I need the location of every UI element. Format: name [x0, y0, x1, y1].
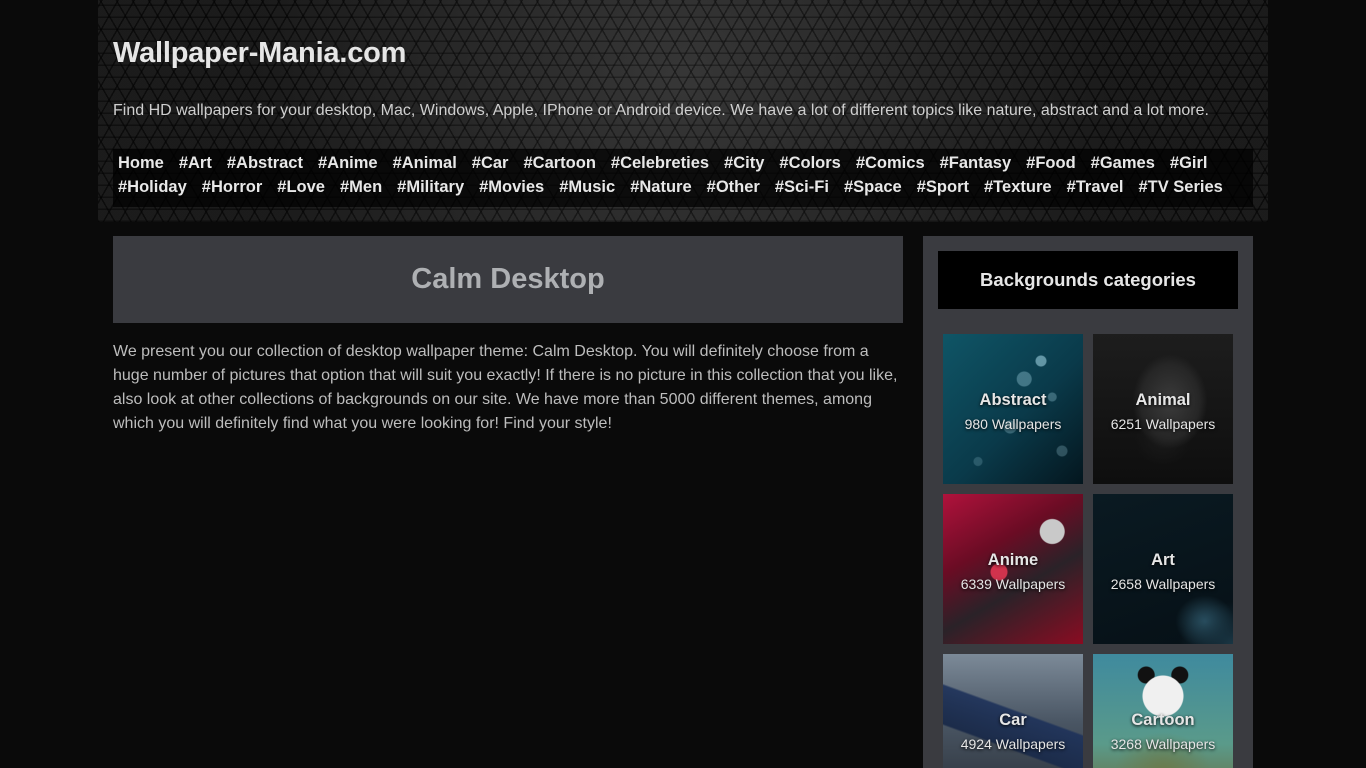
category-count: 6339 Wallpapers	[960, 575, 1066, 592]
nav-texture[interactable]: #Texture	[984, 177, 1052, 198]
category-count: 3268 Wallpapers	[1110, 735, 1216, 752]
nav-other[interactable]: #Other	[707, 177, 760, 198]
nav-games[interactable]: #Games	[1091, 153, 1155, 174]
category-card-animal[interactable]: Animal 6251 Wallpapers	[1093, 334, 1233, 484]
nav-cartoon[interactable]: #Cartoon	[523, 153, 595, 174]
site-tagline: Find HD wallpapers for your desktop, Mac…	[113, 102, 1209, 119]
category-name: Abstract	[979, 390, 1047, 409]
nav-horror[interactable]: #Horror	[202, 177, 263, 198]
category-name: Cartoon	[1131, 710, 1195, 729]
main-content: Calm Desktop We present you our collecti…	[113, 236, 903, 436]
page-title: Calm Desktop	[411, 263, 605, 295]
category-name: Animal	[1135, 390, 1191, 409]
sidebar-heading: Backgrounds categories	[980, 269, 1196, 290]
nav-love[interactable]: #Love	[277, 177, 325, 198]
nav-fantasy[interactable]: #Fantasy	[940, 153, 1012, 174]
nav-anime[interactable]: #Anime	[318, 153, 378, 174]
nav-tv-series[interactable]: #TV Series	[1138, 177, 1222, 198]
nav-city[interactable]: #City	[724, 153, 764, 174]
nav-home[interactable]: Home	[118, 153, 164, 174]
nav-animal[interactable]: #Animal	[393, 153, 457, 174]
nav-girl[interactable]: #Girl	[1170, 153, 1208, 174]
nav-colors[interactable]: #Colors	[779, 153, 840, 174]
category-name: Anime	[987, 550, 1039, 569]
page-title-box: Calm Desktop	[113, 236, 903, 323]
nav-music[interactable]: #Music	[559, 177, 615, 198]
nav-space[interactable]: #Space	[844, 177, 902, 198]
nav-movies[interactable]: #Movies	[479, 177, 544, 198]
site-header: Wallpaper-Mania.com Find HD wallpapers f…	[98, 0, 1268, 222]
sidebar-heading-box: Backgrounds categories	[938, 251, 1238, 309]
sidebar: Backgrounds categories Abstract 980 Wall…	[923, 236, 1253, 768]
nav-nature[interactable]: #Nature	[630, 177, 691, 198]
site-title-link[interactable]: Wallpaper-Mania.com	[113, 37, 406, 70]
category-count: 2658 Wallpapers	[1110, 575, 1216, 592]
nav-celebreties[interactable]: #Celebreties	[611, 153, 709, 174]
category-name: Car	[999, 710, 1027, 729]
category-card-car[interactable]: Car 4924 Wallpapers	[943, 654, 1083, 768]
nav-men[interactable]: #Men	[340, 177, 382, 198]
category-grid: Abstract 980 Wallpapers Animal 6251 Wall…	[943, 334, 1233, 768]
category-count: 4924 Wallpapers	[960, 735, 1066, 752]
category-card-art[interactable]: Art 2658 Wallpapers	[1093, 494, 1233, 644]
nav-holiday[interactable]: #Holiday	[118, 177, 187, 198]
category-card-cartoon[interactable]: Cartoon 3268 Wallpapers	[1093, 654, 1233, 768]
category-count: 6251 Wallpapers	[1110, 415, 1216, 432]
nav-abstract[interactable]: #Abstract	[227, 153, 303, 174]
category-count: 980 Wallpapers	[964, 415, 1062, 432]
category-card-abstract[interactable]: Abstract 980 Wallpapers	[943, 334, 1083, 484]
nav-travel[interactable]: #Travel	[1067, 177, 1124, 198]
nav-military[interactable]: #Military	[397, 177, 464, 198]
nav-food[interactable]: #Food	[1026, 153, 1076, 174]
nav-car[interactable]: #Car	[472, 153, 509, 174]
category-nav: Home #Art #Abstract #Anime #Animal #Car …	[113, 149, 1253, 207]
nav-comics[interactable]: #Comics	[856, 153, 925, 174]
nav-sci-fi[interactable]: #Sci-Fi	[775, 177, 829, 198]
nav-sport[interactable]: #Sport	[917, 177, 969, 198]
category-name: Art	[1151, 550, 1175, 569]
category-card-anime[interactable]: Anime 6339 Wallpapers	[943, 494, 1083, 644]
page-description: We present you our collection of desktop…	[113, 343, 898, 432]
nav-art[interactable]: #Art	[179, 153, 212, 174]
